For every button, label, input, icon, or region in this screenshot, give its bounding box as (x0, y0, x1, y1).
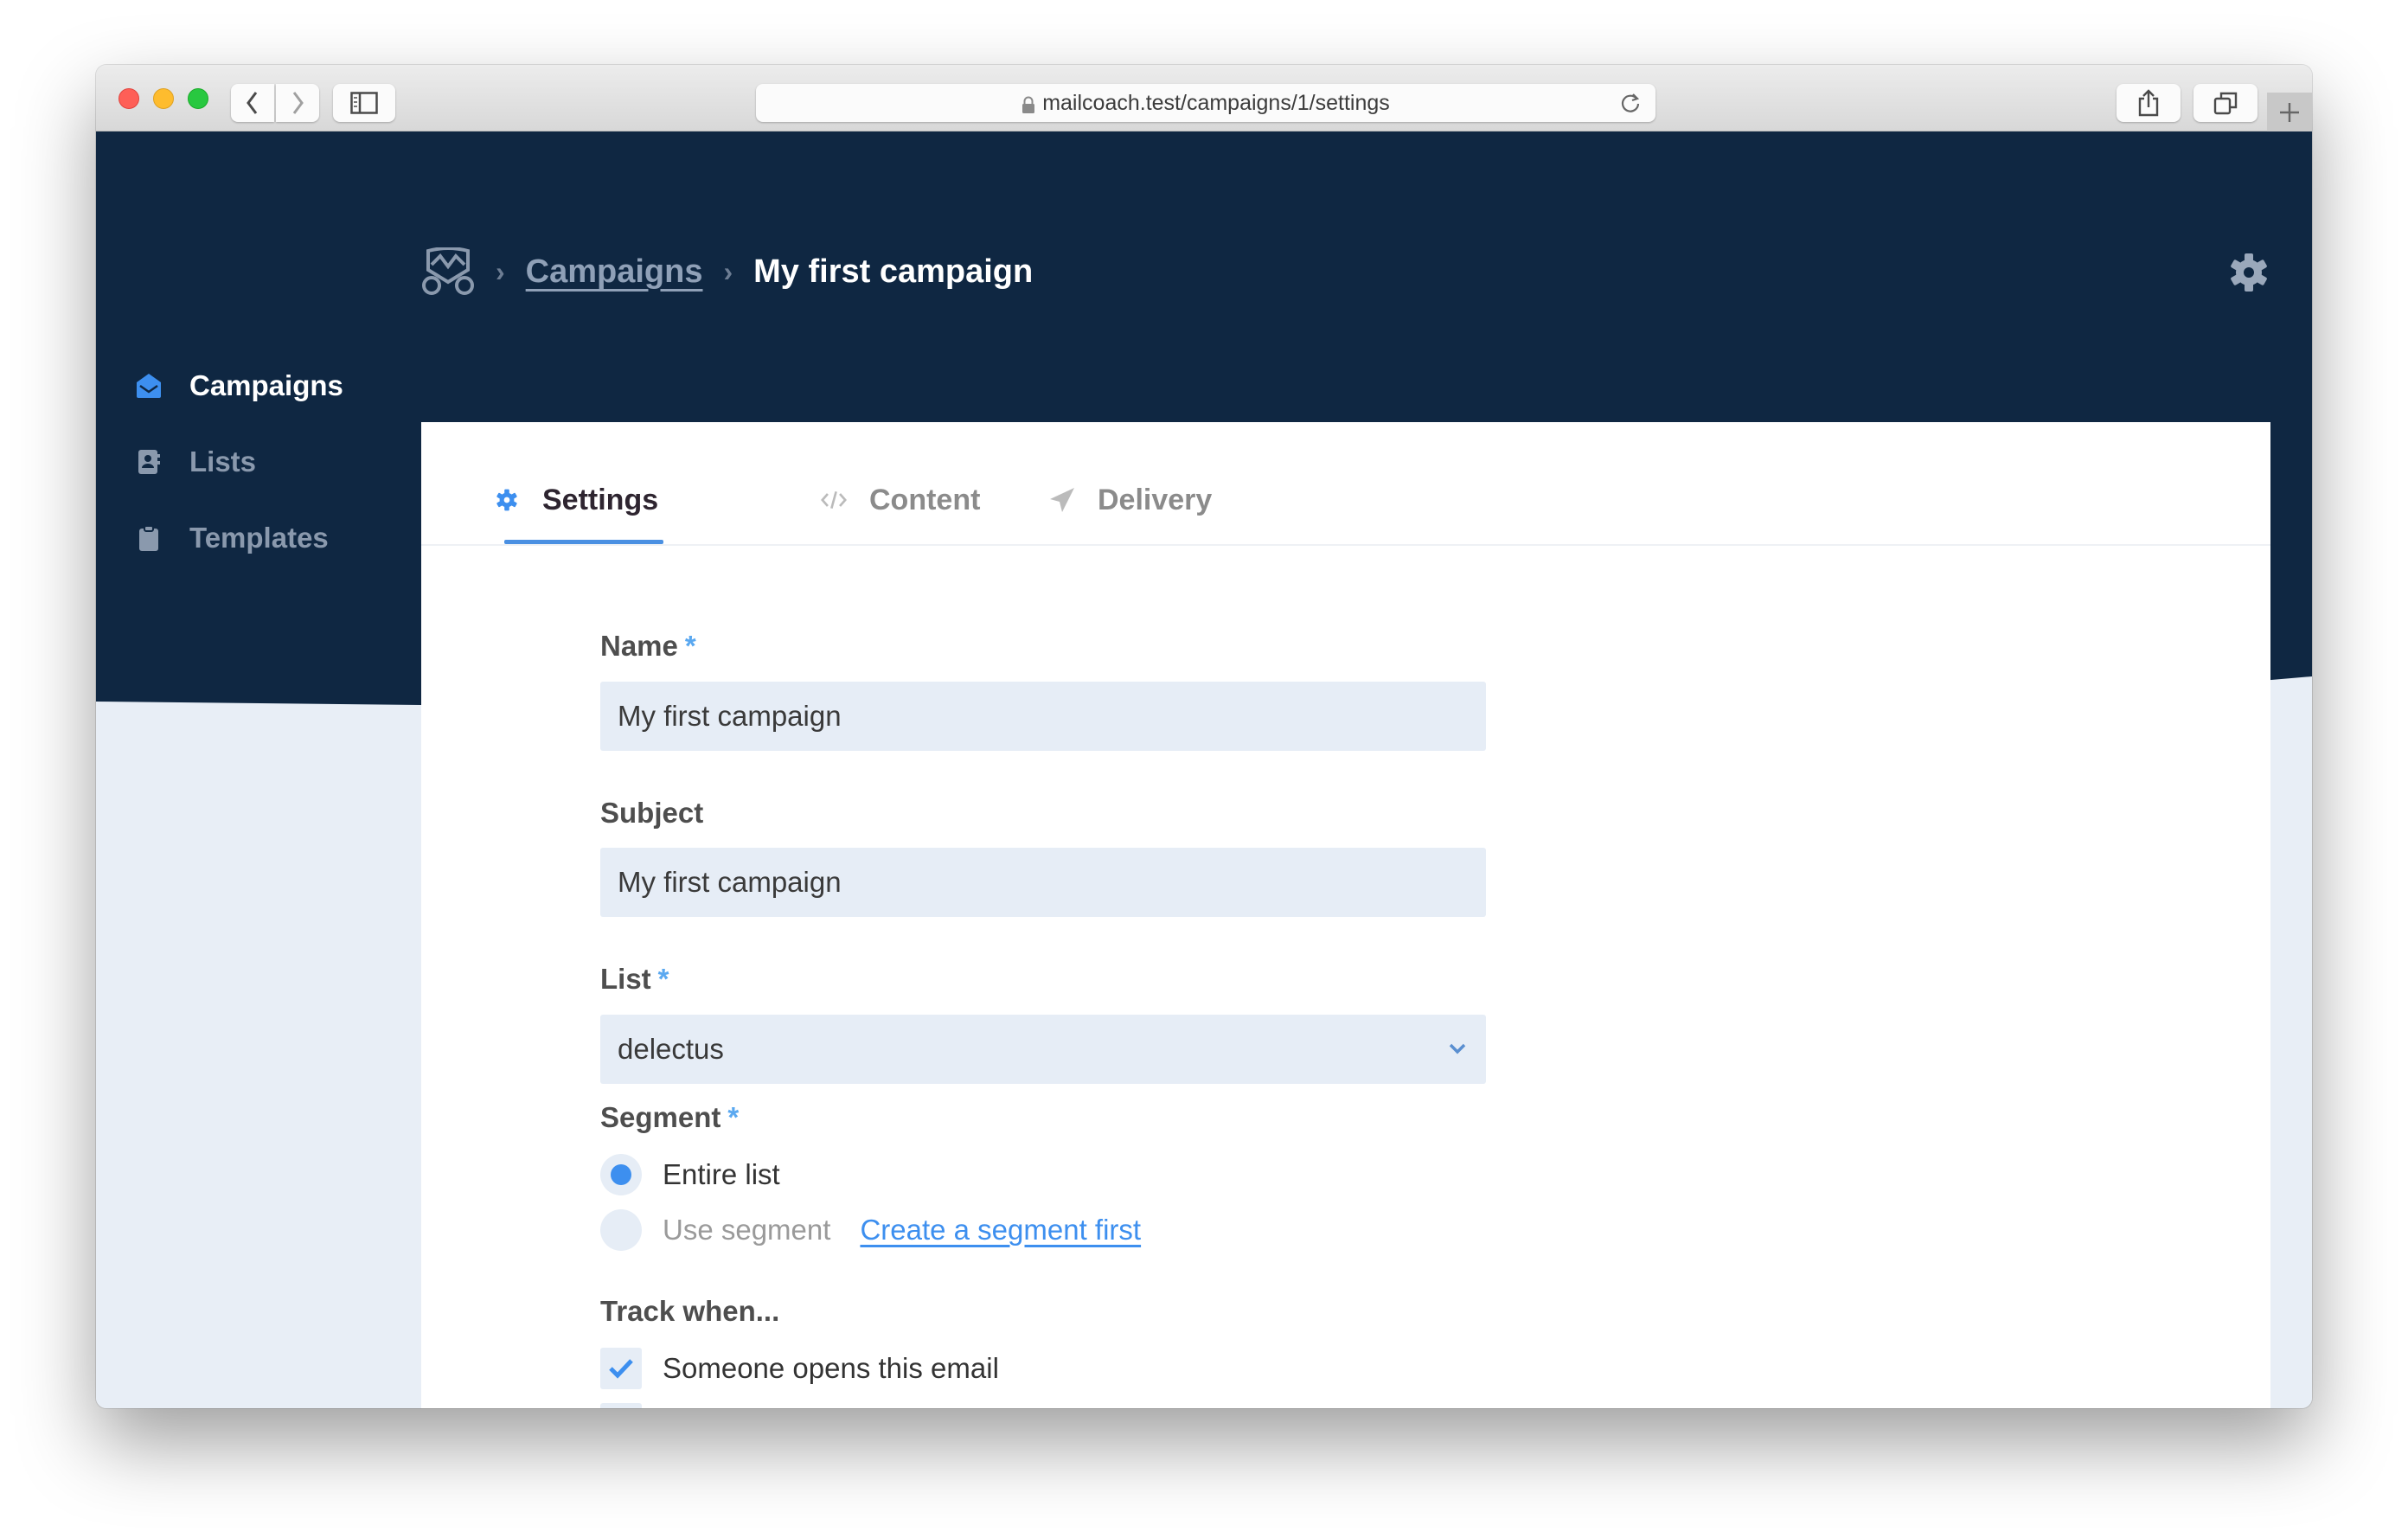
tab-label: Settings (542, 483, 659, 516)
sidebar-nav: Campaigns Lists Templates (134, 348, 343, 576)
gear-icon (494, 487, 520, 513)
radio-label: Use segment (663, 1214, 831, 1246)
name-input[interactable] (600, 682, 1486, 751)
share-icon (2138, 89, 2159, 117)
sidebar-item-lists[interactable]: Lists (134, 424, 343, 500)
tab-delivery[interactable]: Delivery (1049, 474, 1212, 526)
address-bar[interactable]: mailcoach.test/campaigns/1/settings (756, 84, 1656, 122)
list-select-value: delectus (618, 1033, 724, 1065)
list-label: List * (600, 963, 669, 995)
radio-selected-dot (611, 1164, 631, 1185)
sidebar-toggle-button[interactable] (333, 84, 395, 122)
sidebar-item-campaigns[interactable]: Campaigns (134, 348, 343, 424)
breadcrumb-current: My first campaign (753, 253, 1034, 290)
clipboard-icon (134, 523, 163, 553)
sidebar-item-label: Campaigns (189, 369, 343, 401)
tab-label: Delivery (1098, 483, 1213, 516)
lock-icon (1021, 94, 1035, 113)
code-icon (821, 487, 847, 513)
browser-window: mailcoach.test/campaigns/1/settings › Ca… (96, 65, 2312, 1408)
checkbox-label: Someone opens this email (663, 1352, 999, 1384)
chevron-right-icon (292, 92, 304, 114)
gear-icon[interactable] (2227, 251, 2270, 294)
create-segment-link[interactable]: Create a segment first (860, 1214, 1141, 1246)
track-label: Track when... (600, 1295, 780, 1327)
segment-option-entire-list[interactable]: Entire list (600, 1152, 780, 1197)
radio-use-segment (600, 1209, 642, 1251)
close-window-button[interactable] (118, 88, 139, 109)
maximize-window-button[interactable] (188, 88, 208, 109)
paper-plane-icon (1049, 487, 1075, 513)
campaign-settings-card: Settings Content Delivery Name * My firs… (421, 422, 2270, 1408)
reload-icon[interactable] (1619, 92, 1642, 114)
tab-label: Content (869, 483, 981, 516)
track-option-clicks[interactable]: Links in the email are clicked (600, 1401, 1028, 1408)
active-tab-indicator (504, 540, 663, 544)
radio-label: Entire list (663, 1158, 780, 1190)
breadcrumb-separator: › (496, 255, 505, 287)
tabs-icon (2213, 92, 2238, 115)
list-select[interactable]: delectus (600, 1015, 1486, 1084)
sidebar-item-templates[interactable]: Templates (134, 500, 343, 576)
chevron-down-icon (1449, 1043, 1466, 1054)
checkbox-track-clicks[interactable] (600, 1403, 642, 1408)
tab-content[interactable]: Content (821, 474, 980, 526)
segment-option-use-segment: Use segment Create a segment first (600, 1208, 1141, 1253)
mailcoach-logo-icon[interactable] (421, 247, 475, 296)
segment-label: Segment * (600, 1101, 740, 1133)
page-viewport: › Campaigns › My first campaign Campaign… (96, 131, 2312, 1408)
address-book-icon (134, 447, 163, 477)
checkbox-label: Links in the email are clicked (663, 1407, 1028, 1408)
tab-settings[interactable]: Settings (494, 474, 658, 526)
checkmark-icon (609, 1359, 633, 1379)
name-label: Name * (600, 630, 696, 662)
subject-label: Subject (600, 797, 704, 829)
chevron-left-icon (247, 92, 258, 114)
radio-entire-list[interactable] (600, 1154, 642, 1195)
browser-titlebar: mailcoach.test/campaigns/1/settings (96, 65, 2312, 132)
tab-overview-button[interactable] (2193, 84, 2258, 122)
breadcrumb-separator: › (723, 255, 733, 287)
forward-button[interactable] (276, 84, 319, 122)
minimize-window-button[interactable] (153, 88, 174, 109)
sidebar-item-label: Templates (189, 522, 329, 554)
sidebar-icon (350, 92, 378, 114)
track-option-opens[interactable]: Someone opens this email (600, 1346, 999, 1391)
envelope-open-icon (134, 371, 163, 401)
breadcrumb-campaigns-link[interactable]: Campaigns (526, 253, 703, 291)
plus-icon (2280, 103, 2299, 122)
breadcrumb: › Campaigns › My first campaign (421, 244, 1033, 299)
share-button[interactable] (2117, 84, 2181, 122)
back-button[interactable] (231, 84, 274, 122)
url-text: mailcoach.test/campaigns/1/settings (1042, 90, 1390, 115)
tab-bar: Settings Content Delivery (421, 422, 2270, 546)
sidebar-item-label: Lists (189, 445, 257, 477)
checkbox-track-opens[interactable] (600, 1348, 642, 1389)
new-tab-button[interactable] (2267, 93, 2312, 132)
subject-input[interactable] (600, 848, 1486, 917)
